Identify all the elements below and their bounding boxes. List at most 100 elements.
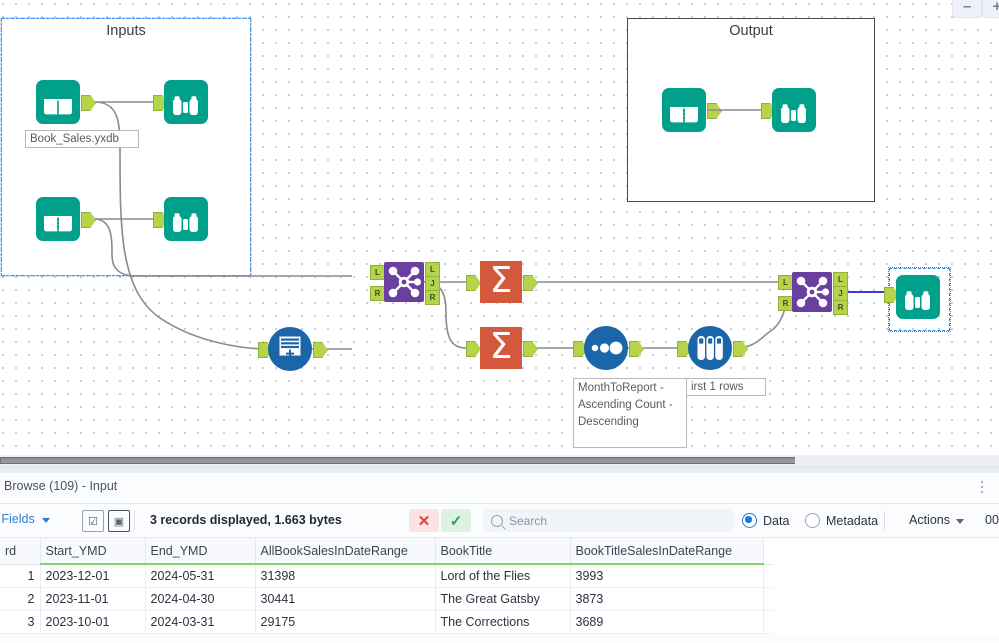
- cell-booktitlesales: 3689: [570, 610, 764, 634]
- clear-all-fields-icon[interactable]: ▣: [108, 510, 130, 532]
- cell-start-ymd: 2023-12-01: [40, 564, 146, 588]
- cell-booktitle: Lord of the Flies: [435, 564, 571, 588]
- results-toolbar: f 5 Fields ☑ ▣ 3 records displayed, 1.66…: [0, 504, 999, 538]
- browse-tool-selected[interactable]: [884, 275, 940, 319]
- append-fields-tool[interactable]: [258, 327, 328, 371]
- radio-metadata-label: Metadata: [826, 513, 879, 528]
- binoculars-icon: [164, 197, 208, 241]
- splitter-track: [795, 455, 999, 466]
- kebab-menu-icon[interactable]: [975, 478, 989, 496]
- book-records-icon: [36, 197, 80, 241]
- chevron-down-icon: [956, 518, 964, 524]
- search-icon: [491, 514, 503, 527]
- browse-tool-inputs-1[interactable]: [153, 80, 208, 124]
- join-input-right-label[interactable]: R: [370, 286, 385, 301]
- join-input-right-label[interactable]: R: [778, 296, 793, 311]
- cell-pad: [763, 610, 774, 634]
- select-all-fields-icon[interactable]: ☑: [82, 510, 104, 532]
- chevron-down-icon: [41, 517, 50, 523]
- summarize-icon: Σ: [480, 261, 522, 303]
- radio-dot-icon: [742, 513, 757, 528]
- annotation-sample-config: irst 1 rows: [686, 378, 766, 396]
- binoculars-icon: [164, 80, 208, 124]
- actions-menu[interactable]: Actions: [909, 513, 964, 527]
- book-records-icon: [662, 88, 706, 132]
- connection-wires: [93, 101, 890, 350]
- browse-tool-output[interactable]: [761, 88, 816, 132]
- cell-end-ymd: 2024-04-30: [145, 587, 256, 611]
- browse-tool-inputs-2[interactable]: [153, 197, 208, 241]
- annotation-sort-config: MonthToReport - Ascending Count - Descen…: [573, 378, 687, 448]
- join-output-right-label[interactable]: R: [833, 300, 848, 315]
- results-grid[interactable]: rd Start_YMD End_YMD AllBookSalesInDateR…: [0, 538, 999, 634]
- apply-button[interactable]: ✓: [441, 509, 471, 532]
- summarize-icon: Σ: [480, 327, 522, 369]
- column-header-pad: [763, 538, 774, 565]
- cell-start-ymd: 2023-10-01: [40, 610, 146, 634]
- cell-end-ymd: 2024-03-31: [145, 610, 256, 634]
- cancel-button[interactable]: ✕: [409, 509, 439, 532]
- book-icon: [36, 80, 80, 124]
- join-input-left-label[interactable]: L: [778, 275, 793, 290]
- cell-pad: [763, 564, 774, 588]
- join-icon: [384, 262, 424, 302]
- binoculars-icon: [772, 88, 816, 132]
- summarize-tool-top[interactable]: Σ: [466, 261, 538, 303]
- cell-booktitlesales: 3873: [570, 587, 764, 611]
- search-input[interactable]: Search: [483, 509, 734, 532]
- annotation-input-file: Book_Sales.yxdb: [25, 130, 139, 148]
- join-output-left-label[interactable]: L: [833, 272, 848, 287]
- join-output-right-label[interactable]: R: [425, 290, 440, 305]
- sort-tool[interactable]: [573, 326, 644, 370]
- join-output-join-label[interactable]: J: [833, 286, 848, 301]
- table-row[interactable]: 1 2023-12-01 2024-05-31 31398 Lord of th…: [0, 564, 774, 588]
- splitter-handle[interactable]: [0, 457, 797, 464]
- sigma-glyph: Σ: [489, 259, 513, 301]
- cell-allbooksales: 29175: [255, 610, 436, 634]
- sort-icon: [584, 326, 628, 370]
- input-data-tool-output[interactable]: [662, 88, 722, 132]
- cell-allbooksales: 31398: [255, 564, 436, 588]
- sample-tool[interactable]: [677, 326, 748, 370]
- column-header-booktitlesales[interactable]: BookTitleSalesInDateRange: [570, 538, 764, 565]
- column-header-record[interactable]: rd: [0, 538, 41, 565]
- summarize-tool-bottom[interactable]: Σ: [466, 327, 538, 369]
- toolbar-divider: [134, 511, 135, 530]
- input-data-tool-1[interactable]: [36, 80, 96, 124]
- fields-selector-label: f 5 Fields: [0, 512, 35, 526]
- fields-selector[interactable]: f 5 Fields: [0, 512, 50, 526]
- table-row[interactable]: 2 2023-11-01 2024-04-30 30441 The Great …: [0, 587, 774, 611]
- search-placeholder: Search: [509, 513, 548, 528]
- binoculars-icon: [896, 275, 940, 319]
- alteryx-designer-window: – + Inputs Output Book_Sales.yxdb L R L …: [0, 0, 999, 643]
- column-header-start-ymd[interactable]: Start_YMD: [40, 538, 146, 565]
- toolbar-divider-2: [884, 511, 885, 530]
- join-output-left-label[interactable]: L: [425, 262, 440, 277]
- cell-pad: [763, 587, 774, 611]
- join-output-join-label[interactable]: J: [425, 276, 440, 291]
- workflow-canvas[interactable]: – + Inputs Output Book_Sales.yxdb L R L …: [0, 0, 999, 455]
- table-row[interactable]: 3 2023-10-01 2024-03-31 29175 The Correc…: [0, 610, 774, 634]
- column-header-booktitle[interactable]: BookTitle: [435, 538, 571, 565]
- cell-end-ymd: 2024-05-31: [145, 564, 256, 588]
- radio-metadata[interactable]: Metadata: [805, 513, 878, 528]
- join-tool-1[interactable]: L R L J R: [370, 262, 440, 305]
- row-number: 2: [0, 587, 41, 611]
- results-panel: Browse (109) - Input f 5 Fields ☑ ▣ 3 re…: [0, 466, 999, 643]
- cell-booktitle: The Corrections: [435, 610, 571, 634]
- column-header-allbooksales[interactable]: AllBookSalesInDateRange: [255, 538, 436, 565]
- cell-allbooksales: 30441: [255, 587, 436, 611]
- radio-data[interactable]: Data: [742, 513, 789, 528]
- column-header-end-ymd[interactable]: End_YMD: [145, 538, 256, 565]
- join-tool-2[interactable]: L R L J R: [778, 272, 848, 315]
- radio-dot-icon: [805, 513, 820, 528]
- table-header-row: rd Start_YMD End_YMD AllBookSalesInDateR…: [0, 538, 774, 565]
- right-count-label: 00: [985, 513, 999, 527]
- actions-label: Actions: [909, 513, 950, 527]
- input-data-tool-2[interactable]: [36, 197, 96, 241]
- panel-splitter[interactable]: [0, 455, 999, 466]
- join-input-left-label[interactable]: L: [370, 265, 385, 280]
- join-icon: [792, 272, 832, 312]
- results-tab-title[interactable]: Browse (109) - Input: [4, 479, 117, 493]
- radio-data-label: Data: [763, 513, 790, 528]
